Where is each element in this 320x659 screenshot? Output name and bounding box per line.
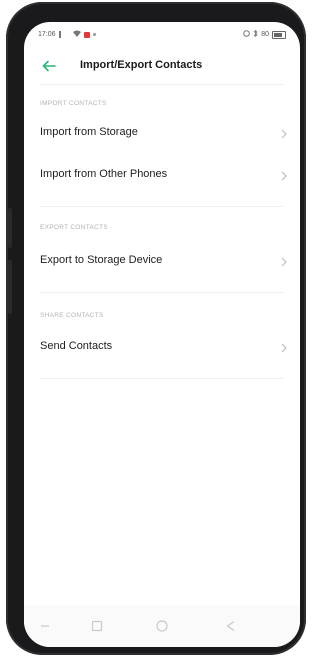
section-divider	[40, 206, 284, 207]
square-icon[interactable]	[90, 619, 104, 633]
chevron-right-icon	[280, 127, 288, 139]
section-label-share: SHARE CONTACTS	[40, 312, 104, 319]
status-time: 17:06	[38, 31, 56, 38]
chevron-right-icon	[280, 169, 288, 181]
power-button	[8, 260, 12, 314]
triangle-back-icon[interactable]	[224, 619, 238, 633]
system-nav-bar	[24, 605, 300, 647]
section-label-import: IMPORT CONTACTS	[40, 100, 107, 107]
signal-icon	[58, 31, 70, 38]
section-divider	[40, 378, 284, 379]
status-bar: 17:06 80	[24, 22, 300, 46]
notification-icon	[83, 31, 90, 38]
row-label: Export to Storage Device	[40, 254, 163, 266]
send-contacts-row[interactable]: Send Contacts	[24, 328, 300, 368]
section-divider	[40, 292, 284, 293]
header-divider	[40, 84, 284, 85]
status-left: 17:06	[38, 30, 96, 39]
row-label: Import from Other Phones	[40, 168, 168, 180]
page-title: Import/Export Contacts	[80, 59, 203, 71]
bluetooth-icon	[253, 29, 258, 39]
import-from-other-phones-row[interactable]: Import from Other Phones	[24, 156, 300, 196]
chevron-right-icon	[280, 341, 288, 353]
battery-icon	[272, 30, 286, 39]
export-to-storage-row[interactable]: Export to Storage Device	[24, 242, 300, 282]
battery-text: 80	[261, 31, 269, 38]
app-header: Import/Export Contacts	[24, 50, 300, 82]
circle-icon[interactable]	[155, 619, 169, 633]
chevron-right-icon	[280, 255, 288, 267]
section-label-export: EXPORT CONTACTS	[40, 224, 109, 231]
arrow-left-icon[interactable]	[40, 57, 58, 75]
screen: 17:06 80 Import/Export Contacts IMPORT C…	[24, 22, 300, 647]
volume-button	[8, 208, 12, 248]
status-right: 80	[243, 29, 286, 39]
row-label: Send Contacts	[40, 340, 113, 352]
wifi-icon	[72, 30, 81, 39]
phone-frame: 17:06 80 Import/Export Contacts IMPORT C…	[6, 2, 306, 655]
menu-icon[interactable]	[38, 619, 52, 633]
alarm-icon	[243, 30, 251, 39]
row-label: Import from Storage	[40, 126, 138, 138]
dot-icon	[92, 33, 96, 36]
import-from-storage-row[interactable]: Import from Storage	[24, 114, 300, 154]
